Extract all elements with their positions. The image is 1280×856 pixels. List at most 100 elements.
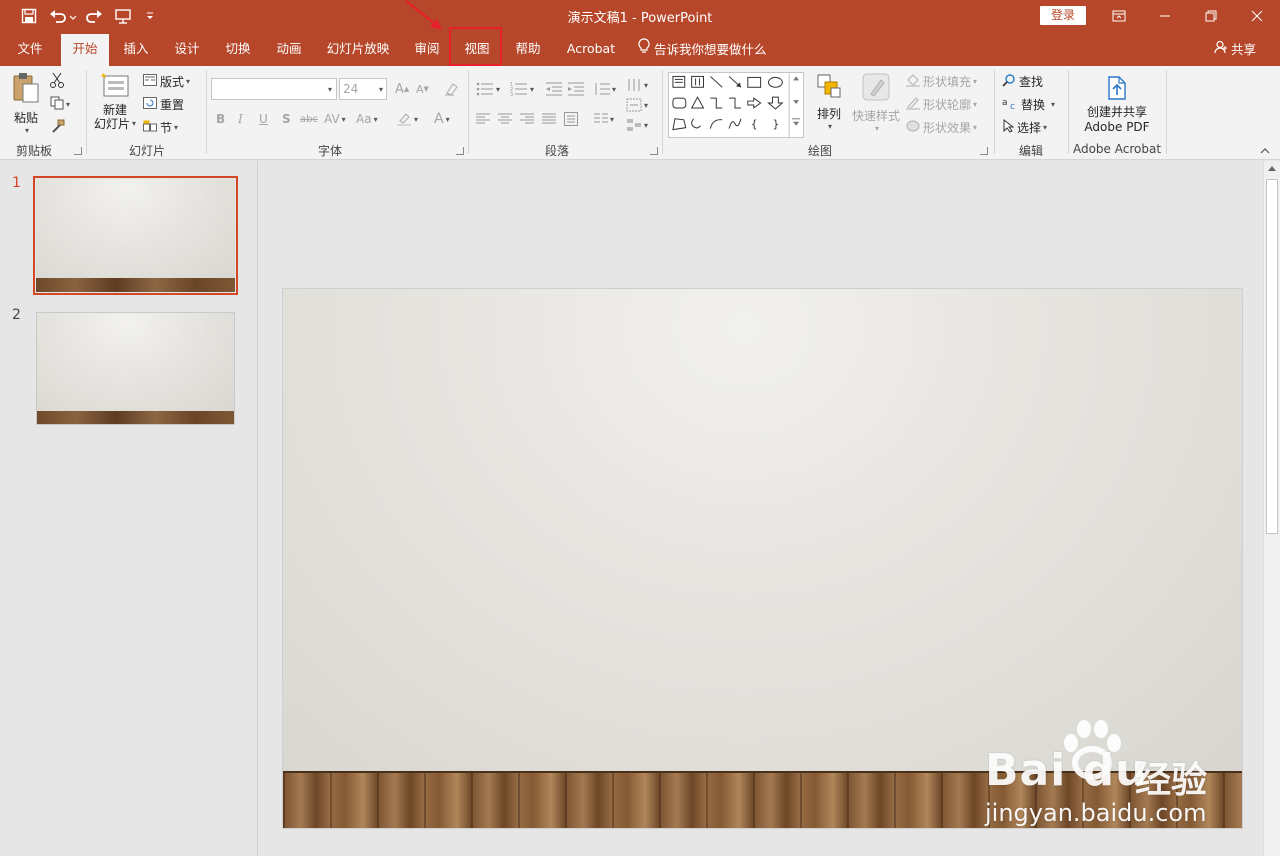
clear-formatting-icon[interactable] — [444, 80, 462, 98]
group-separator — [994, 70, 995, 154]
chevron-down-icon: ▾ — [1051, 99, 1056, 109]
view-tab-highlight-box — [449, 27, 502, 66]
copy-button[interactable]: ▾ — [50, 95, 78, 113]
restore-icon[interactable] — [1188, 0, 1234, 32]
text-shadow-icon[interactable]: S — [282, 110, 294, 128]
slide-number: 2 — [12, 307, 21, 323]
shape-effects-button[interactable]: 形状效果 ▾ — [906, 118, 986, 136]
text-direction-icon[interactable]: ▾ — [626, 76, 656, 94]
group-label-drawing: 绘图 — [807, 144, 832, 158]
tab-review[interactable]: 审阅 — [405, 34, 449, 66]
align-left-icon[interactable] — [476, 110, 492, 128]
tab-acrobat[interactable]: Acrobat — [560, 34, 622, 66]
chevron-down-icon: ▾ — [973, 99, 978, 109]
reset-button[interactable]: 重置 — [143, 95, 201, 113]
slide-thumbnails-pane: 1 2 — [0, 161, 258, 856]
columns-icon[interactable]: ▾ — [594, 110, 622, 128]
justify-icon[interactable] — [542, 110, 558, 128]
smartart-icon[interactable]: ▾ — [626, 116, 656, 134]
group-label-paragraph: 段落 — [544, 144, 569, 158]
tab-file[interactable]: 文件 — [8, 34, 52, 66]
paragraph-launcher-icon[interactable] — [650, 147, 658, 155]
scroll-up-icon[interactable] — [1268, 166, 1276, 171]
layout-button[interactable]: 版式 ▾ — [143, 72, 201, 90]
chevron-down-icon: ▾ — [24, 126, 29, 135]
group-separator — [1166, 70, 1167, 154]
font-color-icon[interactable]: A ▾ — [434, 110, 462, 128]
highlight-color-icon[interactable]: ▾ — [396, 110, 428, 128]
underline-icon[interactable]: U — [259, 110, 271, 128]
format-painter-button[interactable] — [50, 118, 72, 136]
tab-animations[interactable]: 动画 — [267, 34, 311, 66]
strikethrough-icon[interactable]: abc — [300, 110, 322, 128]
quick-styles-button[interactable]: 快速样式 ▾ — [850, 72, 902, 138]
increase-indent-icon[interactable] — [568, 80, 586, 98]
tab-help[interactable]: 帮助 — [506, 34, 550, 66]
section-button[interactable]: 节 ▾ — [143, 118, 201, 136]
create-share-pdf-button[interactable]: 创建并共享 Adobe PDF — [1076, 74, 1158, 138]
pdf-share-icon — [1104, 74, 1130, 105]
distributed-icon[interactable] — [564, 110, 580, 128]
tab-insert[interactable]: 插入 — [114, 34, 158, 66]
bold-icon[interactable]: B — [216, 110, 228, 128]
drawing-launcher-icon[interactable] — [980, 147, 988, 155]
login-button[interactable]: 登录 — [1040, 6, 1086, 25]
quick-styles-icon — [861, 72, 891, 105]
layout-icon — [143, 73, 157, 89]
shapes-gallery[interactable]: { } — [668, 72, 804, 138]
line-spacing-icon[interactable]: ▾ — [594, 80, 622, 98]
cut-button[interactable] — [50, 72, 70, 90]
font-name-select[interactable]: ▾ — [211, 78, 337, 100]
align-center-icon[interactable] — [498, 110, 514, 128]
arrange-button[interactable]: 排列 ▾ — [812, 72, 846, 138]
window-title: 演示文稿1 - PowerPoint — [567, 11, 713, 26]
paste-label: 粘贴 — [13, 111, 38, 125]
select-button[interactable]: 选择 ▾ — [1002, 118, 1062, 136]
reset-label: 重置 — [160, 97, 185, 112]
decrease-indent-icon[interactable] — [546, 80, 564, 98]
chevron-down-icon: ▾ — [973, 122, 978, 132]
tab-transitions[interactable]: 切换 — [216, 34, 260, 66]
slide-thumbnail[interactable] — [33, 176, 238, 295]
character-spacing-icon[interactable]: AV ▾ — [324, 110, 350, 128]
thumbnail-wood-floor — [36, 278, 235, 292]
title-bar: 演示文稿1 - PowerPoint 登录 — [0, 0, 1280, 32]
align-right-icon[interactable] — [520, 110, 536, 128]
chevron-down-icon: ▾ — [327, 84, 332, 94]
tab-slide-show[interactable]: 幻灯片放映 — [320, 34, 396, 66]
numbering-icon[interactable]: 1 2 3 ▾ — [510, 80, 540, 98]
minimize-icon[interactable] — [1142, 0, 1188, 32]
replace-button[interactable]: ac 替换 ▾ — [1002, 95, 1062, 113]
section-icon — [143, 120, 157, 135]
slide-thumbnail[interactable] — [36, 312, 235, 425]
italic-icon[interactable]: I — [238, 110, 250, 128]
share-button[interactable]: 共享 — [1205, 34, 1265, 66]
new-slide-label-2: 幻灯片 — [93, 117, 130, 131]
tab-home[interactable]: 开始 — [61, 34, 109, 66]
align-text-icon[interactable]: ▾ — [626, 96, 656, 114]
paint-bucket-icon — [906, 73, 920, 90]
change-case-icon[interactable]: Aa ▾ — [356, 110, 386, 128]
decrease-font-size-icon[interactable]: A ▼ — [416, 80, 432, 98]
tab-design[interactable]: 设计 — [165, 34, 209, 66]
increase-font-size-icon[interactable]: A ▲ — [395, 80, 411, 98]
thumbnail-wood-floor — [37, 410, 234, 424]
font-size-select[interactable]: 24 ▾ — [339, 78, 387, 100]
ribbon-display-options-icon[interactable] — [1096, 0, 1142, 32]
tell-me-search[interactable]: 告诉我你想要做什么 — [638, 34, 774, 66]
close-icon[interactable] — [1234, 0, 1280, 32]
clipboard-launcher-icon[interactable] — [74, 147, 82, 155]
vertical-scrollbar[interactable] — [1263, 161, 1280, 856]
collapse-ribbon-icon[interactable] — [1260, 146, 1272, 156]
copy-icon — [50, 96, 64, 113]
chevron-down-icon: ▾ — [132, 119, 137, 128]
new-slide-button[interactable]: 新建 幻灯片 ▾ — [92, 72, 138, 140]
scrollbar-thumb[interactable] — [1266, 179, 1278, 534]
paintbrush-icon — [50, 119, 66, 136]
paste-button[interactable]: 粘贴 ▾ — [8, 72, 44, 135]
font-launcher-icon[interactable] — [456, 147, 464, 155]
bullets-icon[interactable]: ▾ — [476, 80, 506, 98]
shape-fill-button[interactable]: 形状填充 ▾ — [906, 72, 986, 90]
shape-outline-button[interactable]: 形状轮廓 ▾ — [906, 95, 986, 113]
find-button[interactable]: 查找 — [1002, 72, 1062, 90]
